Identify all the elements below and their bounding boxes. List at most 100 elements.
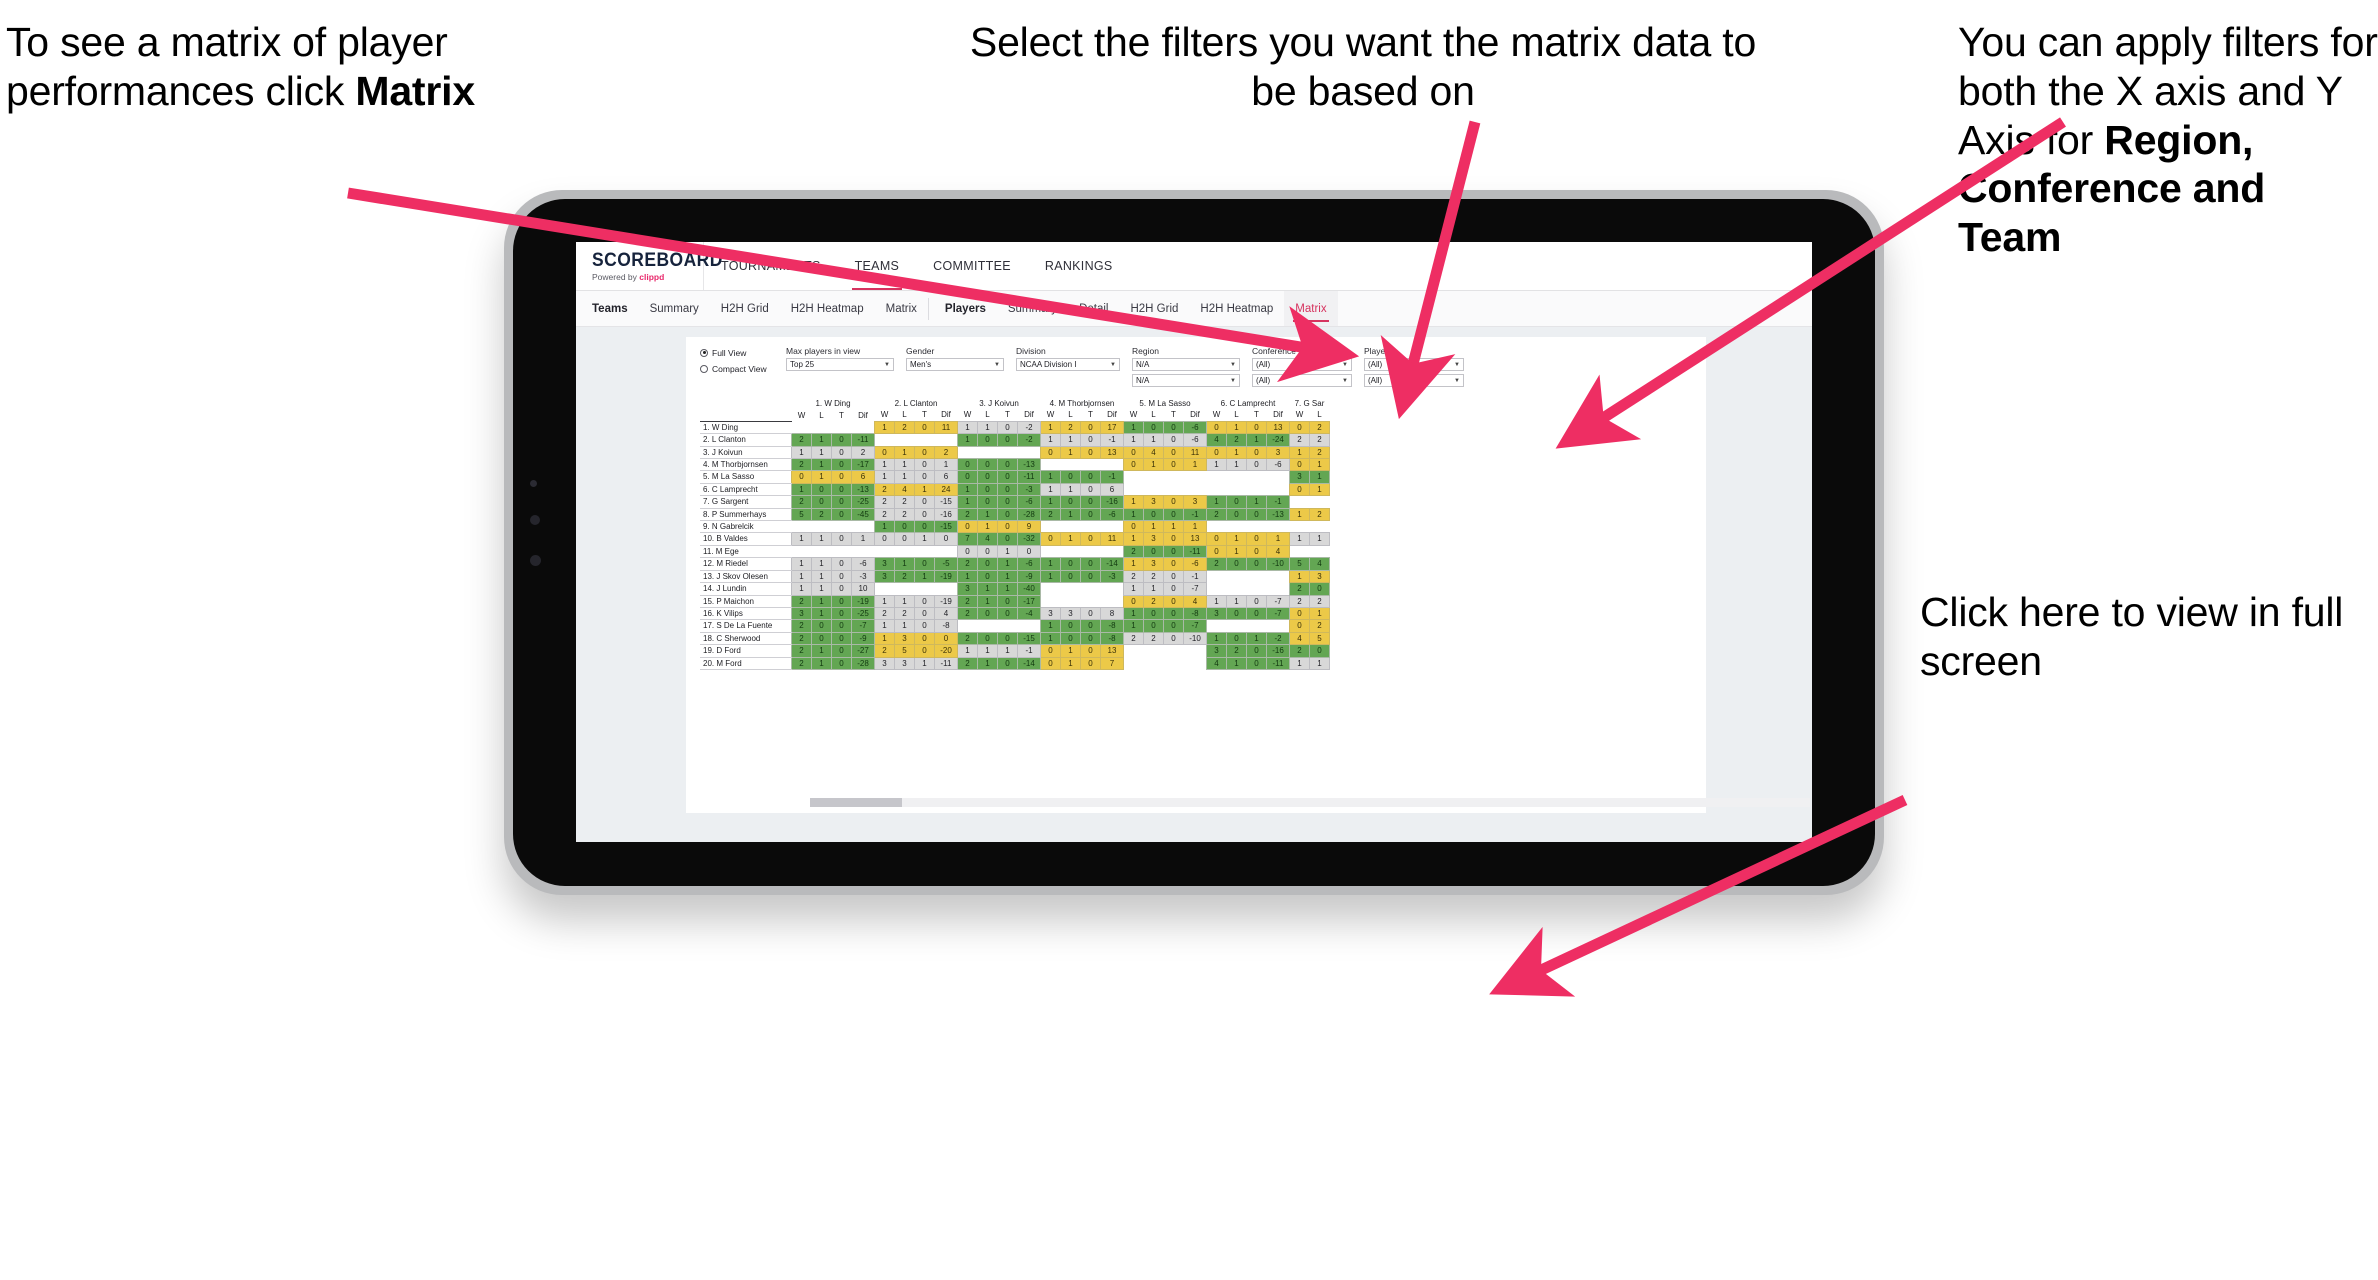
matrix-cell[interactable]: 3 [874,569,895,584]
matrix-cell[interactable]: 1 [1226,594,1247,608]
matrix-cell[interactable]: 1 [894,445,915,460]
matrix-cell[interactable]: 1 [1226,445,1247,460]
matrix-cell[interactable]: 3 [1206,644,1227,658]
matrix-cell[interactable]: 0 [1163,557,1184,571]
matrix-cell[interactable]: -25 [851,495,875,509]
matrix-cell[interactable]: -4 [1017,606,1041,621]
matrix-cell[interactable]: 4 [894,482,915,497]
matrix-row-label[interactable]: 18. C Sherwood [700,632,792,646]
matrix-cell[interactable]: 0 [1289,482,1310,497]
matrix-cell[interactable]: 1 [1226,532,1247,546]
matrix-cell[interactable]: 2 [791,495,812,509]
matrix-cell[interactable]: 2 [1289,594,1310,608]
matrix-cell[interactable]: 1 [1309,470,1330,484]
matrix-cell[interactable]: 0 [1080,495,1101,509]
matrix-cell[interactable]: 0 [1143,606,1164,621]
matrix-cell[interactable]: 1 [1289,445,1310,460]
matrix-cell[interactable]: 0 [1163,433,1184,447]
table-row[interactable]: 5. M La Sasso 0 1 0 6 1 1 0 6 0 0 0 -11 1 0 0 -1 3 1 [700,470,1330,484]
matrix-cell[interactable]: 3 [1289,470,1310,484]
matrix-cell[interactable]: 7 [957,532,978,546]
matrix-cell[interactable]: 1 [997,644,1018,658]
horizontal-scrollbar[interactable] [810,798,1810,807]
matrix-col-header[interactable]: 6. C Lamprecht [1206,398,1290,410]
matrix-cell[interactable]: 1 [874,470,895,484]
matrix-cell[interactable]: 1 [811,433,832,447]
matrix-cell[interactable]: 2 [874,606,895,621]
matrix-cell[interactable]: 0 [1080,433,1101,447]
matrix-row-label[interactable]: 20. M Ford [700,657,792,670]
matrix-cell[interactable]: -6 [851,557,875,571]
matrix-cell[interactable]: 5 [1289,557,1310,571]
table-row[interactable]: 4. M Thorbjornsen 2 1 0 -17 1 1 0 1 0 0 0 -13 0 1 0 1 1 1 0… [700,458,1330,472]
matrix-cell[interactable]: 0 [1289,606,1310,621]
matrix-cell[interactable]: 0 [997,594,1018,608]
matrix-cell[interactable]: 2 [1226,644,1247,658]
matrix-cell[interactable]: 0 [1246,445,1267,460]
matrix-cell[interactable]: -15 [1017,631,1041,646]
matrix-cell[interactable]: 2 [1289,644,1310,658]
matrix-cell[interactable]: 1 [791,532,812,546]
matrix-row-label[interactable]: 14. J Lundin [700,582,792,596]
matrix-cell[interactable]: -1 [1266,495,1290,509]
matrix-cell[interactable]: 1 [1040,420,1061,435]
table-row[interactable]: 2. L Clanton 2 1 0 -11 1 0 0 -2 1 1 0 -1 1 1 0 -6 4 2 1 -24 2… [700,433,1330,447]
matrix-cell[interactable]: 1 [894,458,915,472]
matrix-cell[interactable]: 0 [831,445,852,460]
matrix-cell[interactable]: 6 [934,470,958,484]
matrix-cell[interactable]: 0 [1226,557,1247,571]
matrix-row-label[interactable]: 9. N Gabrelcik [700,520,792,534]
matrix-cell[interactable]: 13 [1266,420,1290,435]
matrix-cell[interactable]: 1 [811,594,832,608]
matrix-cell[interactable]: 4 [1289,631,1310,646]
matrix-cell[interactable]: 0 [1143,544,1164,559]
matrix-cell[interactable]: 1 [1206,631,1227,646]
matrix-cell[interactable]: 2 [791,594,812,608]
nav-rankings[interactable]: RANKINGS [1028,242,1130,290]
matrix-cell[interactable]: 0 [934,631,958,646]
player-matrix-table[interactable]: 1. W Ding 2. L Clanton 3. J Koivun 4. M Tho… [700,398,1330,670]
subnav-players-matrix[interactable]: Matrix [1284,291,1338,326]
matrix-cell[interactable]: -6 [1100,507,1124,522]
matrix-cell[interactable]: -7 [1183,619,1207,633]
matrix-cell[interactable]: 1 [977,644,998,658]
matrix-cell[interactable]: 11 [1183,445,1207,460]
matrix-row-label[interactable]: 6. C Lamprecht [700,483,792,497]
matrix-cell[interactable]: 0 [831,619,852,633]
matrix-cell[interactable]: 1 [997,557,1018,571]
matrix-cell[interactable]: 2 [894,507,915,522]
matrix-cell[interactable]: -3 [1100,569,1124,584]
matrix-cell[interactable]: -19 [851,594,875,608]
matrix-cell[interactable]: 2 [791,433,812,447]
matrix-cell[interactable]: 0 [997,520,1018,534]
matrix-cell[interactable]: 2 [1123,569,1144,584]
matrix-cell[interactable]: 1 [874,420,895,435]
matrix-cell[interactable]: 0 [1080,644,1101,658]
matrix-cell[interactable]: 0 [831,644,852,658]
matrix-cell[interactable]: 2 [1226,433,1247,447]
matrix-cell[interactable]: 0 [1206,532,1227,546]
matrix-cell[interactable]: -14 [1100,557,1124,571]
matrix-cell[interactable]: 2 [1309,594,1330,608]
matrix-cell[interactable]: 0 [1309,644,1330,658]
matrix-cell[interactable]: 3 [791,606,812,621]
matrix-cell[interactable]: 1 [1040,495,1061,509]
table-row[interactable]: 12. M Riedel 1 1 0 -6 3 1 0 -5 2 0 1 -6 1 0 0 -14 1 3 0 -6 2 0… [700,557,1330,571]
table-row[interactable]: 14. J Lundin 1 1 0 10 3 1 1 -40 1 1 0 -7 2 0 [700,582,1330,596]
matrix-cell[interactable]: 0 [1246,507,1267,522]
matrix-cell[interactable]: -45 [851,507,875,522]
matrix-cell[interactable]: 1 [1060,656,1081,670]
matrix-cell[interactable]: 1 [1040,569,1061,584]
matrix-cell[interactable]: -19 [934,569,958,584]
matrix-cell[interactable]: 0 [1080,631,1101,646]
matrix-cell[interactable]: 3 [1309,569,1330,584]
matrix-cell[interactable]: -16 [934,507,958,522]
matrix-cell[interactable]: -19 [934,594,958,608]
matrix-cell[interactable]: 0 [914,445,935,460]
matrix-cell[interactable]: 0 [831,470,852,484]
matrix-col-header[interactable]: 7. G Sar [1289,398,1330,410]
matrix-cell[interactable]: 0 [1060,619,1081,633]
matrix-cell[interactable]: 1 [1309,532,1330,546]
matrix-cell[interactable]: 1 [1060,433,1081,447]
matrix-cell[interactable]: 0 [1226,507,1247,522]
